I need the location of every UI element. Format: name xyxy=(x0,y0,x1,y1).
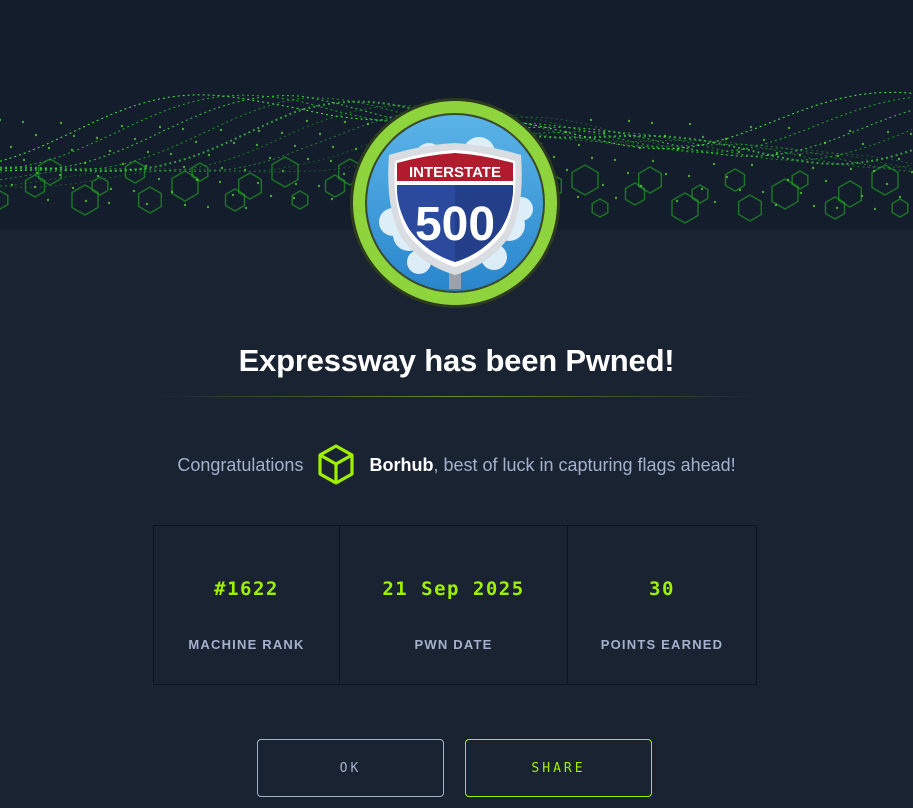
page-title: Expressway has been Pwned! xyxy=(238,343,675,378)
share-button[interactable]: SHARE xyxy=(465,739,652,797)
stats-panel: #1622 MACHINE RANK 21 Sep 2025 PWN DATE … xyxy=(153,525,757,685)
congrats-prefix: Congratulations xyxy=(177,454,304,475)
sign-header-text: INTERSTATE xyxy=(409,164,501,181)
username[interactable]: Borhub xyxy=(369,455,433,476)
stat-value: #1622 xyxy=(214,578,279,600)
stat-label: MACHINE RANK xyxy=(188,637,305,652)
stat-points-earned: 30 POINTS EARNED xyxy=(568,526,756,684)
stat-pwn-date: 21 Sep 2025 PWN DATE xyxy=(340,526,568,684)
cube-icon xyxy=(316,443,356,487)
stat-value: 30 xyxy=(649,578,675,600)
congrats-suffix: , best of luck in capturing flags ahead! xyxy=(433,454,736,475)
ok-button[interactable]: OK xyxy=(257,739,444,797)
stat-label: POINTS EARNED xyxy=(600,637,724,652)
stat-value: 21 Sep 2025 xyxy=(382,578,525,600)
interstate-sign-icon: INTERSTATE 500 xyxy=(350,98,560,308)
congrats-message: Congratulations Borhub , best of luck in… xyxy=(0,440,913,490)
machine-badge: INTERSTATE 500 xyxy=(349,97,561,309)
sign-number-text: 500 xyxy=(415,198,495,251)
stat-machine-rank: #1622 MACHINE RANK xyxy=(154,526,340,684)
title-divider xyxy=(155,396,758,397)
stat-label: PWN DATE xyxy=(414,637,493,652)
